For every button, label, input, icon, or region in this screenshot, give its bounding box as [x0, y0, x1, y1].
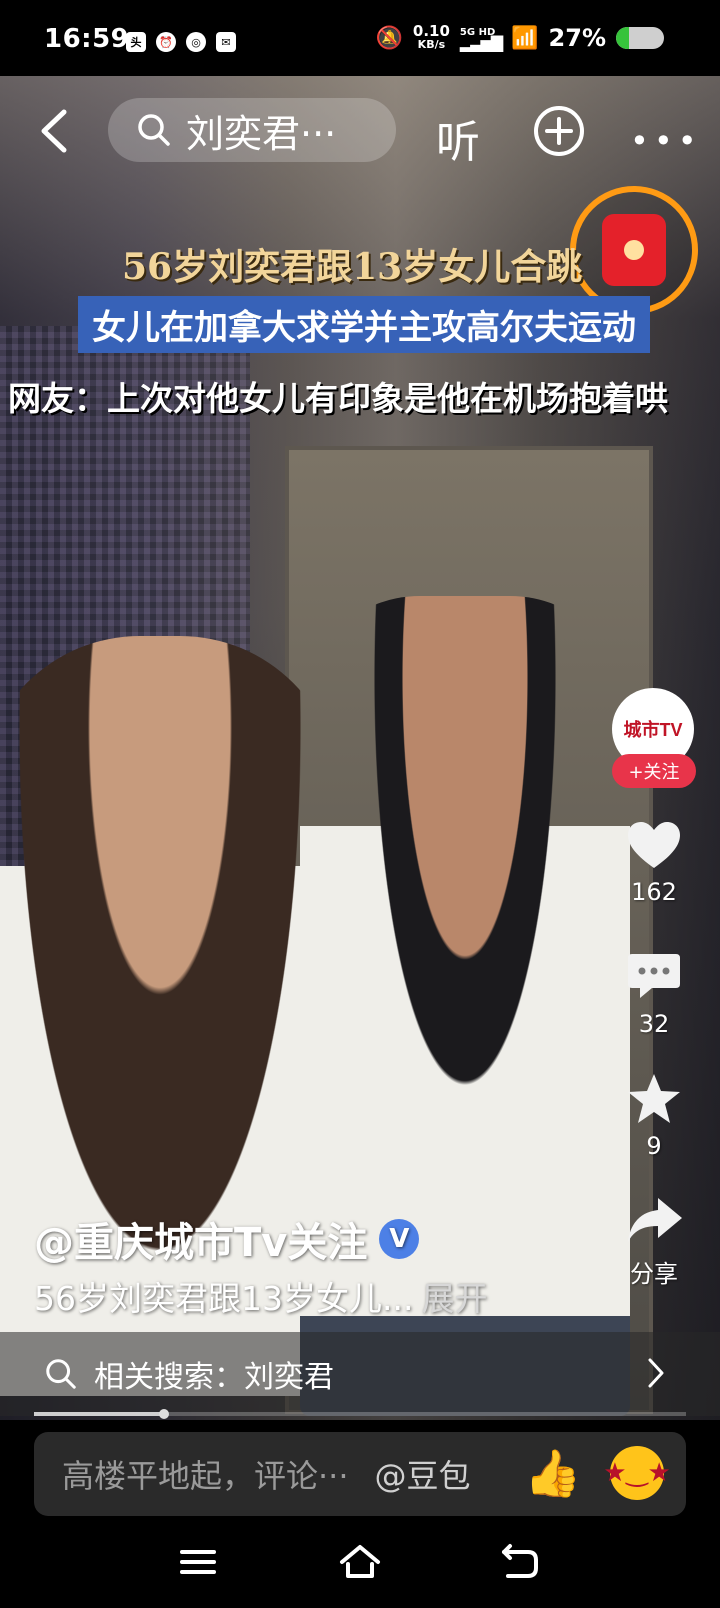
red-packet-button[interactable]: [570, 186, 698, 314]
add-circle-icon[interactable]: [532, 104, 586, 158]
comment-icon: [628, 954, 680, 998]
related-search-bar[interactable]: 相关搜索：刘奕君: [0, 1332, 720, 1416]
status-right: 🔕 0.10 KB/s 5G HD ▂▃▅▇ 📶 27%: [375, 24, 664, 52]
creator-handle-text: @重庆城市Tv关注: [34, 1220, 368, 1266]
star-icon: [628, 1074, 680, 1123]
net-speed-unit: KB/s: [417, 38, 446, 51]
comment-input-bar[interactable]: 高楼平地起，评论··· @豆包 👍 ★‿★: [34, 1432, 686, 1516]
battery-icon: [616, 27, 664, 49]
red-envelope-icon: [602, 214, 666, 286]
menu-icon[interactable]: [176, 1542, 220, 1582]
like-button[interactable]: 162: [610, 818, 698, 906]
battery-fill: [616, 27, 629, 49]
thumbs-up-icon[interactable]: 👍: [524, 1446, 581, 1501]
back-nav-icon[interactable]: [498, 1542, 542, 1582]
video-progress-bar[interactable]: [34, 1409, 686, 1419]
battery-percent: 27%: [548, 24, 606, 52]
chevron-right-icon: [648, 1358, 664, 1388]
net-speed-value: 0.10: [412, 22, 450, 40]
home-icon[interactable]: [338, 1542, 382, 1582]
comment-button[interactable]: 32: [610, 950, 698, 1038]
status-time: 16:59: [44, 24, 130, 54]
comment-count: 32: [638, 1010, 670, 1038]
like-count: 162: [631, 878, 677, 906]
search-icon: [46, 1359, 76, 1389]
favorite-button[interactable]: 9: [610, 1072, 698, 1160]
back-arrow-icon[interactable]: [34, 106, 78, 156]
status-bar: 16:59 头 ⏰ ◎ ✉ 🔕 0.10 KB/s 5G HD ▂▃▅▇ 📶 2…: [0, 0, 720, 76]
signal-icon: 5G HD ▂▃▅▇: [459, 27, 503, 52]
comment-placeholder: 高楼平地起，评论···: [62, 1457, 349, 1495]
progress-fill: [34, 1412, 165, 1416]
net-speed: 0.10 KB/s: [413, 24, 450, 52]
sync-icon: ◎: [186, 32, 206, 52]
favorite-count: 9: [646, 1132, 662, 1160]
expand-button[interactable]: 展开: [421, 1279, 487, 1318]
video-caption-highlight: 女儿在加拿大求学并主攻高尔夫运动: [78, 296, 650, 353]
mute-icon: 🔕: [375, 25, 403, 51]
search-bar[interactable]: 刘奕君···: [108, 98, 396, 162]
video-description: 56岁刘奕君跟13岁女儿... 展开: [34, 1272, 487, 1320]
share-arrow-icon: [628, 1198, 682, 1242]
share-button[interactable]: 分享: [610, 1194, 698, 1289]
top-bar: 刘奕君··· 听 •••: [0, 86, 720, 176]
alarm-icon: ⏰: [156, 32, 176, 52]
share-label: 分享: [630, 1260, 678, 1288]
avatar-logo-text: 城市TV: [623, 720, 683, 740]
description-text: 56岁刘奕君跟13岁女儿...: [34, 1279, 414, 1318]
toutiao-icon: 头: [126, 32, 146, 52]
system-nav-bar: [0, 1520, 720, 1608]
related-search-label: 相关搜索：刘奕君: [94, 1360, 334, 1395]
creator-handle[interactable]: @重庆城市Tv关注 V: [34, 1210, 420, 1268]
video-caption-title: 56岁刘奕君跟13岁女儿合跳: [122, 246, 583, 288]
search-icon: [138, 114, 170, 146]
verified-badge-icon: V: [379, 1219, 420, 1259]
search-query: 刘奕君···: [186, 111, 337, 156]
mention-doubao-button[interactable]: @豆包: [375, 1451, 471, 1497]
video-caption-comment: 网友：上次对他女儿有印象是他在机场抱着哄: [8, 379, 668, 418]
status-notification-icons: 头 ⏰ ◎ ✉: [126, 32, 236, 52]
heart-icon: [628, 822, 680, 868]
message-icon: ✉: [216, 32, 236, 52]
listen-button[interactable]: 听: [436, 106, 480, 170]
star-eyes-emoji-icon[interactable]: ★‿★: [603, 1446, 671, 1500]
wifi-icon: 📶: [511, 25, 539, 51]
follow-button[interactable]: +关注: [612, 754, 696, 788]
more-options-icon[interactable]: •••: [630, 122, 702, 160]
